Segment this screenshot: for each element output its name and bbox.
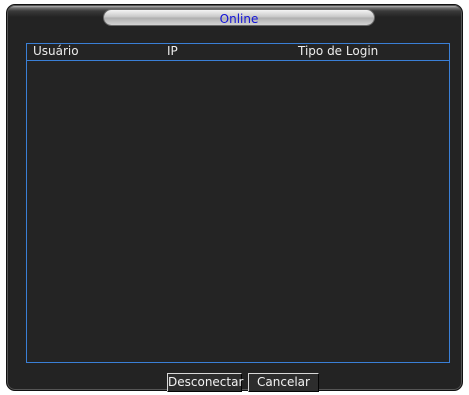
column-header-login-type: Tipo de Login bbox=[298, 44, 379, 58]
cancel-button[interactable]: Cancelar bbox=[248, 373, 319, 392]
disconnect-button[interactable]: Desconectar bbox=[167, 373, 243, 392]
column-header-ip: IP bbox=[167, 44, 178, 58]
list-header: Usuário IP Tipo de Login bbox=[27, 44, 449, 61]
online-users-dialog: Online Usuário IP Tipo de Login Desconec… bbox=[6, 4, 463, 392]
dialog-title: Online bbox=[219, 12, 259, 26]
dialog-title-bar: Online bbox=[103, 9, 375, 26]
column-header-user: Usuário bbox=[33, 44, 79, 58]
online-users-list[interactable]: Usuário IP Tipo de Login bbox=[26, 43, 450, 363]
